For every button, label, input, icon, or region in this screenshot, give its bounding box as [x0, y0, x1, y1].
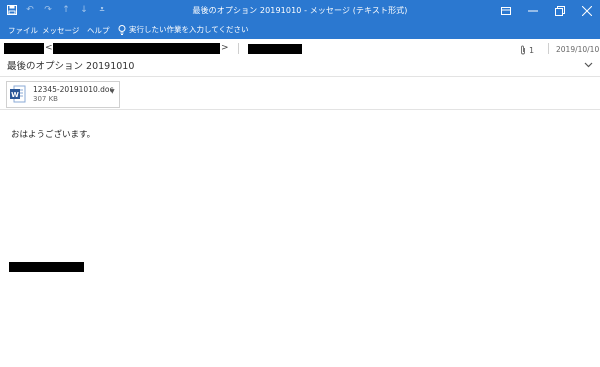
- lightbulb-icon: [118, 24, 126, 35]
- sender-bracket-close: >: [221, 43, 229, 53]
- tab-message[interactable]: メッセージ: [42, 25, 79, 36]
- sender-bracket-open: <: [45, 43, 53, 53]
- header-divider: [0, 76, 600, 77]
- attachment-filename: 12345-20191010.doc: [33, 85, 114, 94]
- message-subject: 最後のオプション 20191010: [7, 61, 135, 72]
- expand-header-icon[interactable]: [584, 61, 593, 71]
- attachment-divider: [0, 109, 600, 110]
- sender-address-redacted[interactable]: [53, 43, 220, 54]
- restore-icon[interactable]: [546, 0, 573, 21]
- ribbon-tabs: ファイル メッセージ ヘルプ 実行したい作業を入力してください: [0, 21, 600, 39]
- recipient-redacted[interactable]: [248, 44, 302, 54]
- paperclip-icon: [521, 45, 525, 55]
- header-separator: [238, 43, 239, 54]
- attachment-item[interactable]: W 12345-20191010.doc 307 KB ▼: [6, 81, 120, 108]
- attachment-dropdown-icon[interactable]: ▼: [110, 88, 115, 95]
- tab-help[interactable]: ヘルプ: [87, 25, 110, 36]
- attachment-count-value: 1: [529, 45, 535, 55]
- svg-text:W: W: [11, 91, 19, 99]
- tab-file[interactable]: ファイル: [8, 25, 38, 36]
- tell-me-text: 実行したい作業を入力してください: [129, 25, 249, 34]
- minimize-icon[interactable]: [519, 0, 546, 21]
- window-controls: [492, 0, 600, 21]
- word-document-icon: W: [10, 85, 26, 103]
- close-icon[interactable]: [573, 0, 600, 21]
- message-body: おはようございます。: [11, 130, 96, 140]
- ribbon-display-options-icon[interactable]: [492, 0, 519, 21]
- title-bar: ↶ ↷ ↑ ↓ ⩡ 最後のオプション 20191010 - メッセージ (テキス…: [0, 0, 600, 21]
- tell-me-box[interactable]: 実行したい作業を入力してください: [118, 24, 249, 35]
- date-separator: [548, 43, 549, 54]
- sent-date: 2019/10/10: [556, 45, 600, 54]
- attachment-count: 1: [520, 45, 534, 55]
- signature-redacted: [9, 262, 84, 272]
- sender-name-redacted: [4, 43, 44, 54]
- attachment-size: 307 KB: [33, 95, 58, 103]
